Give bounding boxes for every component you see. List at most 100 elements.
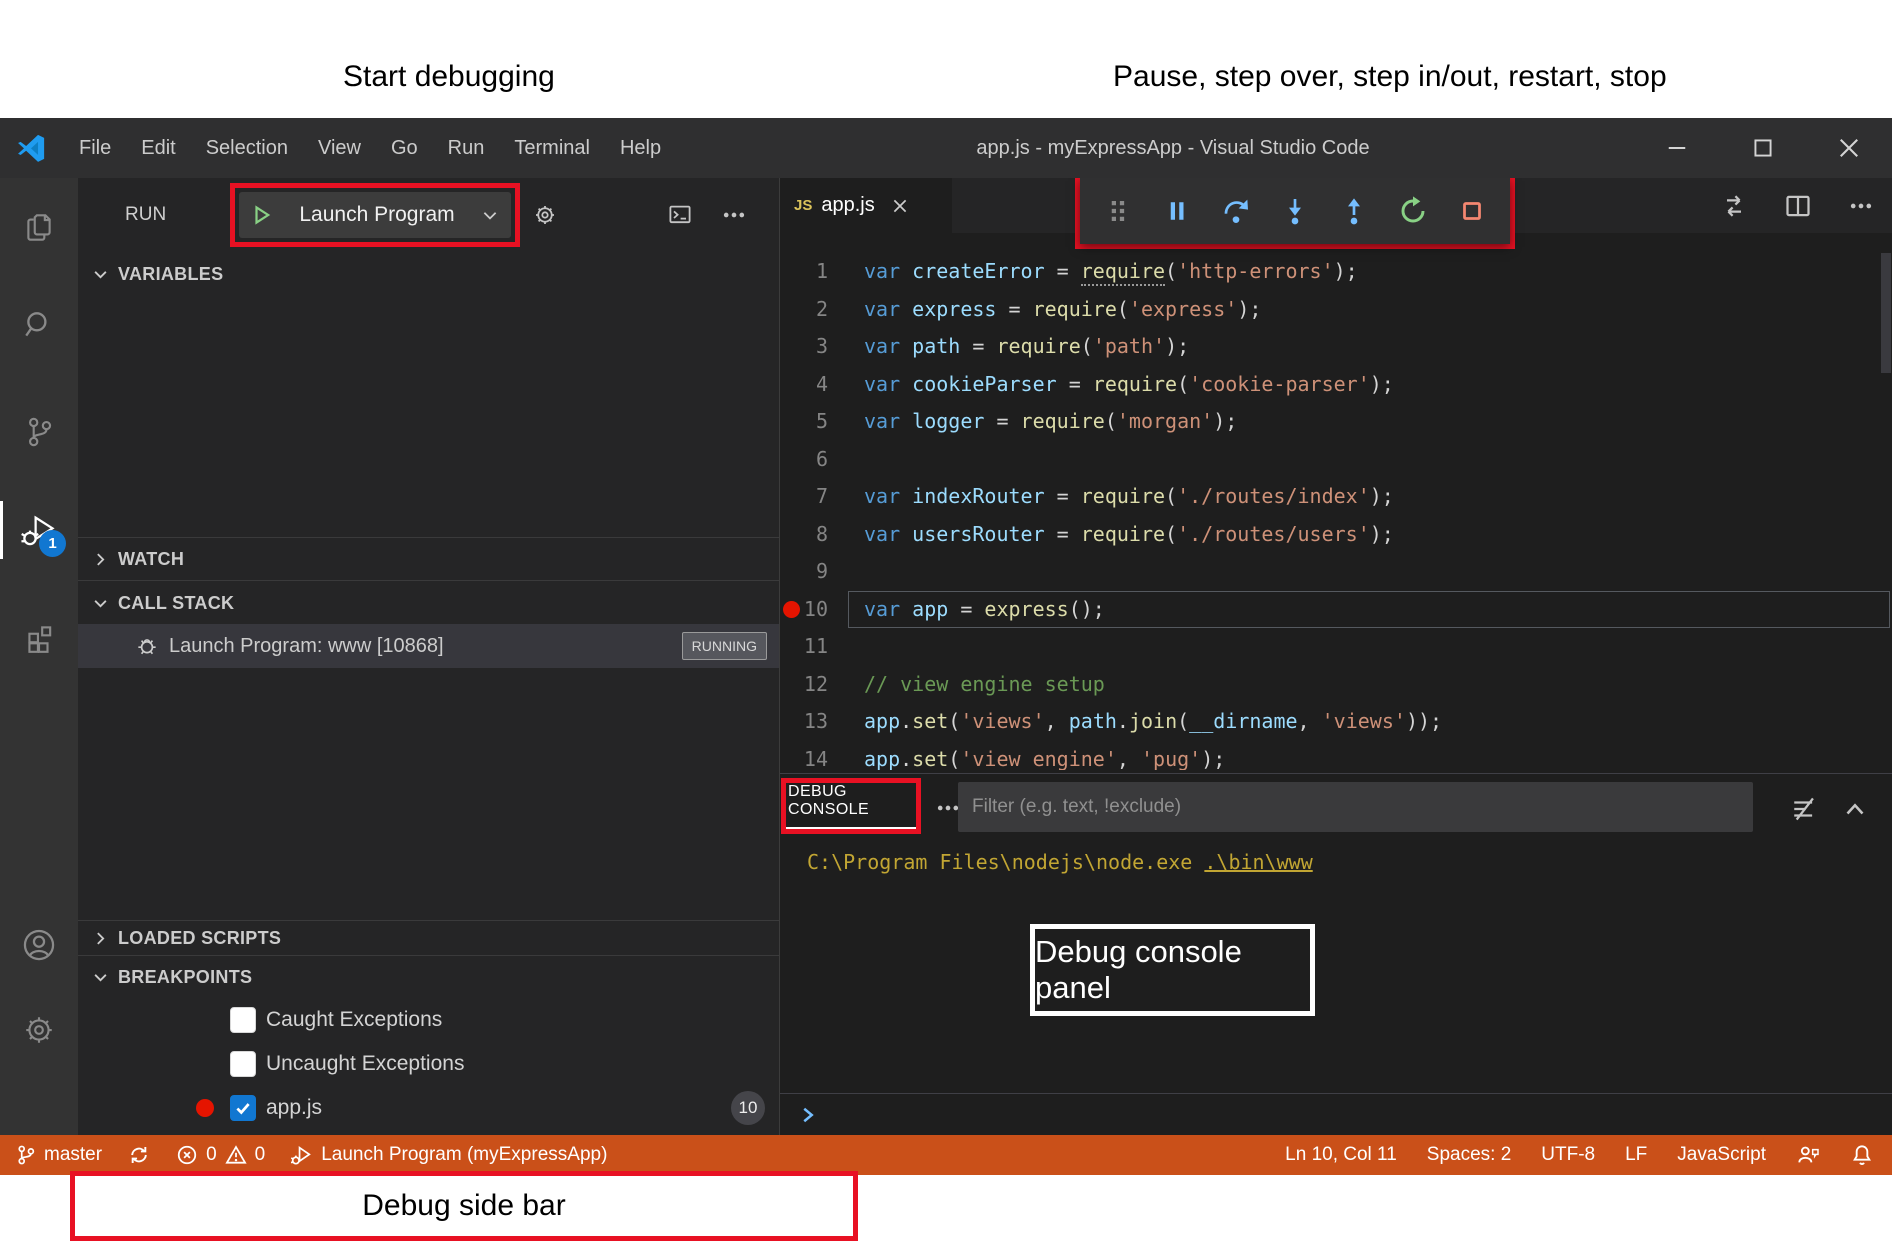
code-line-5[interactable]: 5var logger = require('morgan'); xyxy=(780,403,1892,441)
run-and-debug-icon[interactable]: 1 xyxy=(0,513,78,547)
menu-view[interactable]: View xyxy=(303,118,376,178)
section-watch[interactable]: WATCH xyxy=(78,537,779,581)
code-line-2[interactable]: 2var express = require('express'); xyxy=(780,291,1892,329)
breakpoint-dot[interactable] xyxy=(780,591,802,629)
menu-selection[interactable]: Selection xyxy=(191,118,303,178)
breakpoint-gutter[interactable] xyxy=(780,291,802,329)
code-text: // view engine setup xyxy=(864,666,1105,704)
breakpoint-gutter[interactable] xyxy=(780,366,802,404)
tab-debug-console[interactable]: DEBUG CONSOLE xyxy=(786,783,916,829)
eol-status[interactable]: LF xyxy=(1625,1144,1647,1166)
encoding-status[interactable]: UTF-8 xyxy=(1541,1144,1595,1166)
launch-config-dropdown[interactable]: Launch Program xyxy=(239,192,511,238)
uncaught-exceptions-checkbox[interactable] xyxy=(230,1051,256,1077)
repl-input-row[interactable] xyxy=(780,1093,1892,1135)
open-debug-console-icon[interactable] xyxy=(668,203,692,227)
section-call-stack[interactable]: CALL STACK xyxy=(78,582,779,624)
menu-edit[interactable]: Edit xyxy=(126,118,190,178)
console-filter-input[interactable] xyxy=(958,782,1753,832)
breakpoint-gutter[interactable] xyxy=(780,516,802,554)
notifications-bell-icon[interactable] xyxy=(1850,1143,1874,1167)
breakpoint-gutter[interactable] xyxy=(780,403,802,441)
open-changes-icon[interactable] xyxy=(1720,192,1748,220)
start-debugging-icon xyxy=(251,204,273,226)
minimize-button[interactable] xyxy=(1634,118,1720,178)
appjs-breakpoint-checkbox[interactable] xyxy=(230,1095,256,1121)
indentation-status[interactable]: Spaces: 2 xyxy=(1427,1144,1512,1166)
code-line-1[interactable]: 1var createError = require('http-errors'… xyxy=(780,253,1892,291)
breakpoint-gutter[interactable] xyxy=(780,628,802,666)
menu-help[interactable]: Help xyxy=(605,118,676,178)
code-line-3[interactable]: 3var path = require('path'); xyxy=(780,328,1892,366)
breakpoint-row-uncaught[interactable]: Uncaught Exceptions xyxy=(78,1042,779,1086)
debug-target-status[interactable]: Launch Program (myExpressApp) xyxy=(291,1144,607,1166)
annotation-start-debugging: Start debugging xyxy=(343,60,555,94)
split-editor-icon[interactable] xyxy=(1784,192,1812,220)
call-stack-item[interactable]: Launch Program: www [10868] RUNNING xyxy=(78,624,779,668)
section-loaded-scripts[interactable]: LOADED SCRIPTS xyxy=(78,920,779,956)
pause-button[interactable] xyxy=(1159,193,1195,229)
console-output-link[interactable]: .\bin\www xyxy=(1204,850,1312,874)
breakpoint-gutter[interactable] xyxy=(780,328,802,366)
menu-run[interactable]: Run xyxy=(433,118,500,178)
caught-exceptions-checkbox[interactable] xyxy=(230,1007,256,1033)
code-line-8[interactable]: 8var usersRouter = require('./routes/use… xyxy=(780,516,1892,554)
breakpoint-gutter[interactable] xyxy=(780,441,802,479)
code-editor[interactable]: 1var createError = require('http-errors'… xyxy=(780,233,1892,770)
code-line-11[interactable]: 11 xyxy=(780,628,1892,666)
step-out-button[interactable] xyxy=(1336,193,1372,229)
code-line-10[interactable]: 10var app = express(); xyxy=(780,591,1892,629)
step-over-button[interactable] xyxy=(1218,193,1254,229)
problems-status[interactable]: 0 0 xyxy=(176,1144,265,1166)
breakpoint-gutter[interactable] xyxy=(780,478,802,516)
source-control-icon[interactable] xyxy=(0,415,78,449)
breakpoint-gutter[interactable] xyxy=(780,553,802,591)
cursor-position-status[interactable]: Ln 10, Col 11 xyxy=(1285,1144,1397,1166)
code-line-7[interactable]: 7var indexRouter = require('./routes/ind… xyxy=(780,478,1892,516)
branch-status[interactable]: master xyxy=(16,1144,102,1166)
panel-chevron-up-icon[interactable] xyxy=(1843,798,1867,820)
breakpoint-gutter[interactable] xyxy=(780,741,802,771)
menu-file[interactable]: File xyxy=(64,118,126,178)
breakpoint-row-appjs[interactable]: app.js 10 xyxy=(78,1086,779,1130)
feedback-icon[interactable] xyxy=(1796,1143,1820,1167)
breakpoint-gutter[interactable] xyxy=(780,703,802,741)
window-body: 1 RUN Laun xyxy=(0,178,1892,1135)
editor-area: JS app.js xyxy=(780,178,1892,1135)
clear-console-icon[interactable] xyxy=(1791,796,1817,822)
more-actions-icon[interactable] xyxy=(1848,194,1874,218)
breakpoint-row-caught[interactable]: Caught Exceptions xyxy=(78,998,779,1042)
code-line-14[interactable]: 14app.set('view engine', 'pug'); xyxy=(780,741,1892,771)
sync-status[interactable] xyxy=(128,1144,150,1166)
code-line-12[interactable]: 12// view engine setup xyxy=(780,666,1892,704)
section-breakpoints[interactable]: BREAKPOINTS xyxy=(78,956,779,998)
maximize-button[interactable] xyxy=(1720,118,1806,178)
editor-scrollbar[interactable] xyxy=(1881,253,1891,373)
tab-close-icon[interactable] xyxy=(891,197,909,215)
step-into-button[interactable] xyxy=(1277,193,1313,229)
language-status[interactable]: JavaScript xyxy=(1677,1144,1766,1166)
explorer-icon[interactable] xyxy=(0,211,78,245)
settings-gear-icon[interactable] xyxy=(0,1013,78,1047)
code-line-4[interactable]: 4var cookieParser = require('cookie-pars… xyxy=(780,366,1892,404)
menu-go[interactable]: Go xyxy=(376,118,433,178)
section-label: CALL STACK xyxy=(118,593,234,614)
close-button[interactable] xyxy=(1806,118,1892,178)
code-line-9[interactable]: 9 xyxy=(780,553,1892,591)
configure-gear-icon[interactable] xyxy=(533,203,557,227)
account-icon[interactable] xyxy=(0,928,78,962)
extensions-icon[interactable] xyxy=(0,621,78,655)
code-line-13[interactable]: 13app.set('views', path.join(__dirname, … xyxy=(780,703,1892,741)
code-line-6[interactable]: 6 xyxy=(780,441,1892,479)
breakpoint-gutter[interactable] xyxy=(780,666,802,704)
search-icon[interactable] xyxy=(0,308,78,342)
menu-terminal[interactable]: Terminal xyxy=(499,118,605,178)
breakpoint-gutter[interactable] xyxy=(780,253,802,291)
run-panel-title: RUN xyxy=(125,178,166,252)
stop-button[interactable] xyxy=(1454,193,1490,229)
toolbar-grip-handle[interactable] xyxy=(1100,193,1136,229)
section-variables[interactable]: VARIABLES xyxy=(78,255,779,293)
more-actions-icon[interactable] xyxy=(721,203,745,227)
restart-button[interactable] xyxy=(1395,193,1431,229)
tab-appjs[interactable]: JS app.js xyxy=(780,178,952,233)
